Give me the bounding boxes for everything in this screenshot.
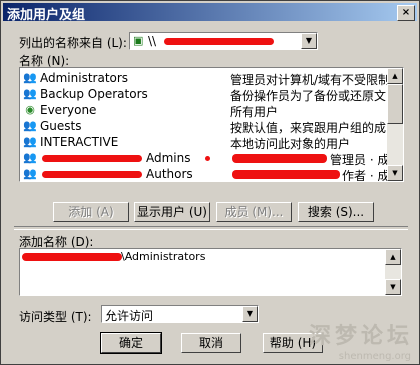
add-names-scrollbar[interactable]: ▲ ▼ xyxy=(385,249,401,295)
search-button[interactable]: 搜索 (S)... xyxy=(298,202,374,222)
scroll-thumb[interactable] xyxy=(387,84,403,124)
group-icon: 👥 xyxy=(23,71,37,84)
group-icon: 👥 xyxy=(23,151,37,164)
add-button[interactable]: 添加 (A) xyxy=(53,202,129,222)
source-value: \\ xyxy=(148,34,157,48)
title-bar: 添加用户及组 × xyxy=(3,3,417,23)
source-label: 列出的名称来自 (L): xyxy=(19,36,127,50)
globe-icon: ◉ xyxy=(25,103,35,116)
computer-icon: ▣ xyxy=(133,34,144,47)
ok-button[interactable]: 确定 xyxy=(100,332,162,354)
redacted-mark xyxy=(232,170,340,179)
add-names-value: \Administrators xyxy=(121,250,206,263)
access-type-label: 访问类型 (T): xyxy=(19,310,92,324)
scroll-up-icon[interactable]: ▲ xyxy=(385,249,401,265)
list-item[interactable]: 👥 Guests 按默认值，来宾跟用户组的成 xyxy=(22,118,388,135)
watermark-text: 深梦论坛 xyxy=(308,324,413,349)
chevron-down-icon[interactable]: ▼ xyxy=(301,33,317,49)
redacted-mark xyxy=(232,154,327,163)
list-item[interactable]: 👥 Administrators 管理员对计算机/域有不受限制 xyxy=(22,70,390,87)
list-item[interactable]: 👥 Admins 管理员 · 成 xyxy=(22,150,389,167)
list-item[interactable]: ◉ Everyone 所有用户 xyxy=(22,102,388,119)
redacted-mark xyxy=(42,155,142,162)
redacted-mark xyxy=(22,253,122,261)
names-scrollbar[interactable]: ▲ ▼ xyxy=(387,68,403,181)
redacted-mark xyxy=(205,156,210,161)
access-type-value: 允许访问 xyxy=(105,309,154,323)
scroll-down-icon[interactable]: ▼ xyxy=(385,279,401,295)
source-select[interactable]: ▣ \\ ▼ xyxy=(129,32,318,50)
list-item[interactable]: 👥 INTERACTIVE 本地访问此对象的用户 xyxy=(22,134,388,151)
cancel-button[interactable]: 取消 xyxy=(181,333,241,353)
chevron-down-icon[interactable]: ▼ xyxy=(242,306,258,322)
separator xyxy=(14,226,408,230)
watermark-url: shenmeng.org xyxy=(338,351,411,362)
group-icon: 👥 xyxy=(23,167,37,180)
names-list[interactable]: 👥 Administrators 管理员对计算机/域有不受限制 👥 Backup… xyxy=(19,67,404,182)
scroll-down-icon[interactable]: ▼ xyxy=(387,165,403,181)
redacted-mark xyxy=(42,171,142,178)
add-names-field[interactable]: \Administrators ▲ ▼ xyxy=(19,248,402,296)
close-button[interactable]: × xyxy=(397,5,415,21)
scroll-up-icon[interactable]: ▲ xyxy=(387,68,403,84)
show-users-button[interactable]: 显示用户 (U) xyxy=(134,202,210,222)
access-type-select[interactable]: 允许访问 ▼ xyxy=(101,305,259,323)
group-icon: 👥 xyxy=(23,119,37,132)
list-item[interactable]: 👥 Authors 作者 · 成员 xyxy=(22,166,390,181)
redacted-mark xyxy=(164,38,274,45)
group-icon: 👥 xyxy=(23,87,37,100)
dialog-title: 添加用户及组 xyxy=(7,8,86,23)
group-icon: 👥 xyxy=(23,135,37,148)
list-item[interactable]: 👥 Backup Operators 备份操作员为了备份或还原文 xyxy=(22,86,388,103)
members-button[interactable]: 成员 (M)... xyxy=(216,202,292,222)
add-users-groups-dialog: 添加用户及组 × 列出的名称来自 (L): ▣ \\ ▼ 名称 (N): 👥 A… xyxy=(0,0,420,365)
